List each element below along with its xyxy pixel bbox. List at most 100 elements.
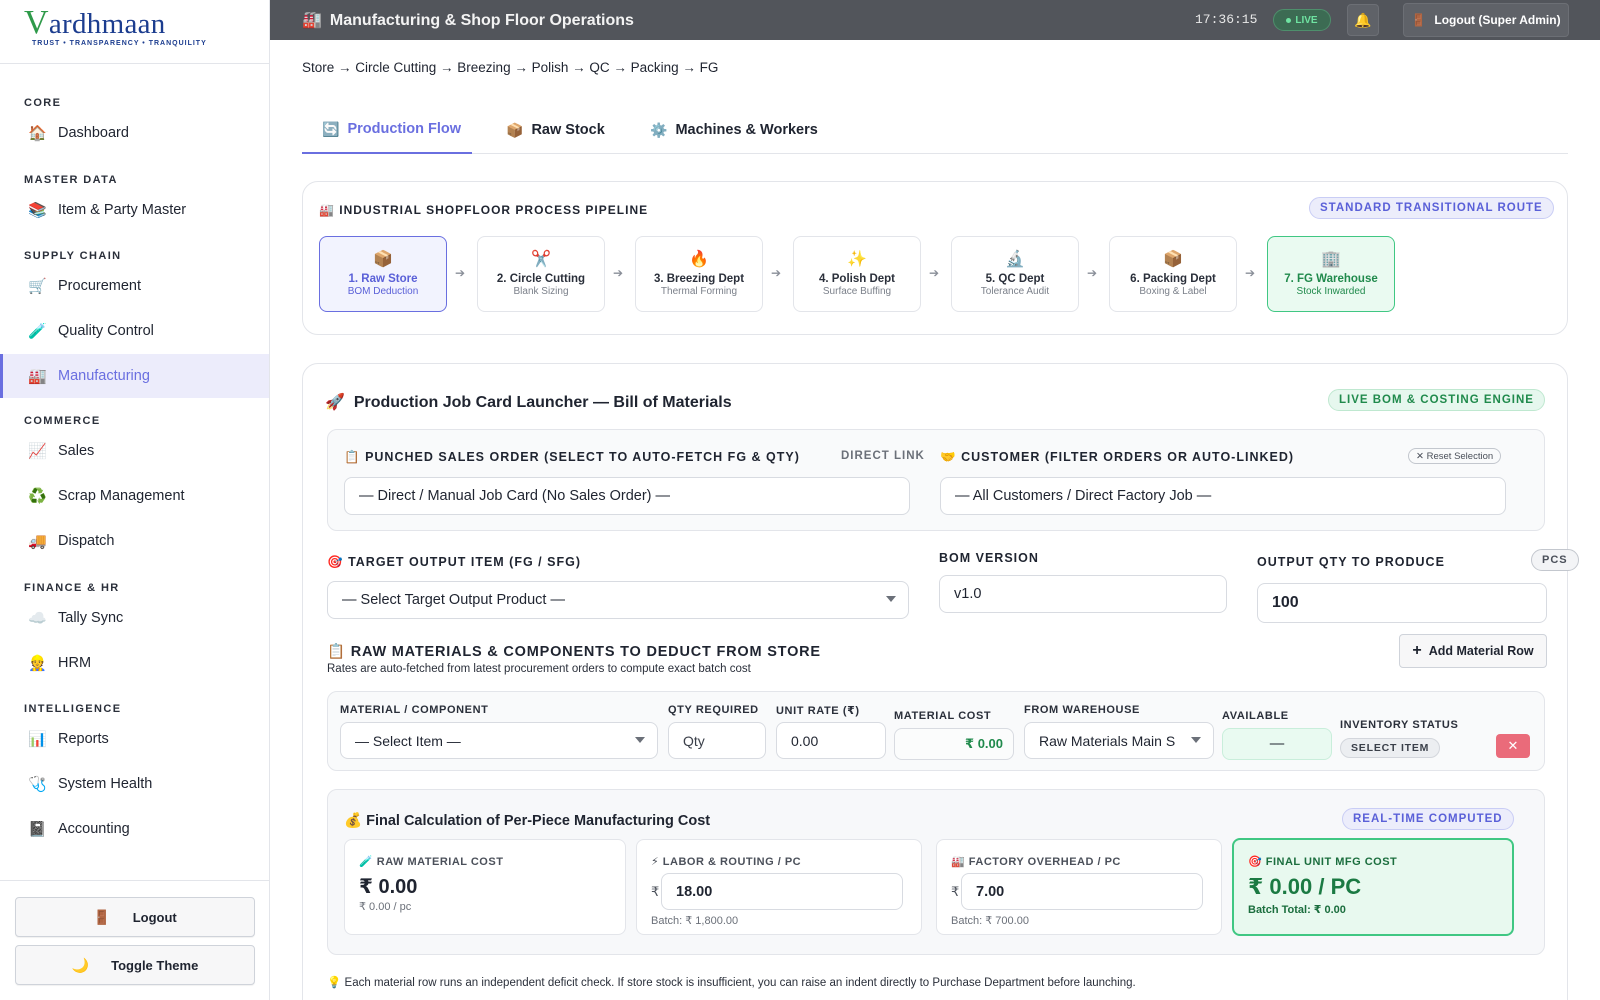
pipeline-step[interactable]: 🔬 5. QC Dept Tolerance Audit <box>951 236 1079 312</box>
chevron-down-icon <box>635 737 645 743</box>
logo-letter: V <box>24 4 49 41</box>
bom-version-input[interactable]: v1.0 <box>939 575 1227 613</box>
clock: 17:36:15 <box>1195 12 1258 27</box>
col-cost: MATERIAL COST <box>894 710 992 722</box>
sidebar-item-sales[interactable]: 📈 Sales <box>0 429 269 473</box>
pipeline-step-subtitle: BOM Deduction <box>347 286 419 297</box>
target-output-label-text: TARGET OUTPUT ITEM (FG / SFG) <box>348 555 581 569</box>
unit-rate-value: 0.00 <box>791 732 819 749</box>
labor-cost-input[interactable]: 18.00 <box>661 873 903 910</box>
sales-order-select[interactable]: — Direct / Manual Job Card (No Sales Ord… <box>344 477 910 515</box>
unit-rate-input[interactable]: 0.00 <box>776 722 886 759</box>
tab-machines-workers[interactable]: ⚙️ Machines & Workers <box>650 106 818 154</box>
recycle-icon: ♻️ <box>28 488 47 505</box>
pipeline-step-title: 7. FG Warehouse <box>1284 273 1378 285</box>
scissors-icon: ✂️ <box>531 251 551 268</box>
sidebar-item-tally-sync[interactable]: ☁️ Tally Sync <box>0 596 269 640</box>
cloud-icon: ☁️ <box>28 610 47 627</box>
sidebar-item-accounting[interactable]: 📓 Accounting <box>0 807 269 851</box>
add-material-row-button[interactable]: + Add Material Row <box>1399 634 1547 668</box>
sidebar-item-scrap-management[interactable]: ♻️ Scrap Management <box>0 474 269 518</box>
sidebar-item-hrm[interactable]: 👷 HRM <box>0 641 269 685</box>
direct-link[interactable]: DIRECT LINK <box>841 450 925 462</box>
tab-bar: 🔄 Production Flow 📦 Raw Stock ⚙️ Machines &… <box>302 106 1568 154</box>
cart-icon: 🛒 <box>28 278 47 295</box>
sidebar-item-label: Reports <box>58 731 109 747</box>
available-value: — <box>1269 736 1285 752</box>
sidebar-item-system-health[interactable]: 🩺 System Health <box>0 762 269 806</box>
reset-selection-label: Reset Selection <box>1426 450 1494 462</box>
col-warehouse: FROM WAREHOUSE <box>1024 704 1140 716</box>
toggle-theme-button[interactable]: 🌙 Toggle Theme <box>15 945 255 985</box>
materials-title-text: RAW MATERIALS & COMPONENTS TO DEDUCT FRO… <box>350 644 821 660</box>
qty-input[interactable]: Qty <box>668 722 766 759</box>
test-tube-icon: 🧪 <box>28 323 47 340</box>
notifications-button[interactable]: 🔔 <box>1347 4 1379 36</box>
arrow-right-icon: ➔ <box>771 266 782 280</box>
tab-production-flow[interactable]: 🔄 Production Flow <box>302 106 472 154</box>
brand-logo[interactable]: Vardhmaan TRUST • TRANSPARENCY • TRANQUI… <box>0 0 269 64</box>
money-bag-icon: 💰 <box>344 813 363 829</box>
output-qty-value: 100 <box>1272 594 1299 611</box>
available-field: — <box>1222 728 1332 760</box>
bar-chart-icon: 📊 <box>28 731 47 748</box>
costing-title-text: Final Calculation of Per-Piece Manufactu… <box>366 813 711 829</box>
overhead-cost-input[interactable]: 7.00 <box>961 873 1203 910</box>
footnote-text: Each material row runs an independent de… <box>344 977 1136 989</box>
pipeline-step[interactable]: 📦 6. Packing Dept Boxing & Label <box>1109 236 1237 312</box>
sidebar-item-procurement[interactable]: 🛒 Procurement <box>0 264 269 308</box>
warehouse-select[interactable]: Raw Materials Main S <box>1024 722 1214 759</box>
output-qty-input[interactable]: 100 <box>1257 583 1547 623</box>
plus-icon: + <box>1412 642 1422 659</box>
topbar-logout-button[interactable]: 🚪 Logout (Super Admin) <box>1403 3 1569 37</box>
tab-label: Production Flow <box>347 121 462 137</box>
nav-section-title: INTELLIGENCE <box>24 703 122 715</box>
sales-order-value: — Direct / Manual Job Card (No Sales Ord… <box>359 488 671 504</box>
nav-section-title: CORE <box>24 97 62 109</box>
materials-subtitle: Rates are auto-fetched from latest procu… <box>327 663 751 675</box>
launcher-title-text: Production Job Card Launcher — Bill of M… <box>353 394 732 411</box>
sidebar-item-item-party-master[interactable]: 📚 Item & Party Master <box>0 188 269 232</box>
sidebar-item-dashboard[interactable]: 🏠 Dashboard <box>0 111 269 155</box>
tab-raw-stock[interactable]: 📦 Raw Stock <box>506 106 605 154</box>
door-icon: 🚪 <box>1411 13 1427 27</box>
unit-badge: PCS <box>1531 549 1579 571</box>
sidebar-item-quality-control[interactable]: 🧪 Quality Control <box>0 309 269 353</box>
arrow-right-icon: ➔ <box>1245 266 1256 280</box>
close-icon: ✕ <box>1507 738 1519 753</box>
arrow-right-icon: ➔ <box>929 266 940 280</box>
final-batch-total: Batch Total: ₹ 0.00 <box>1248 904 1346 916</box>
pipeline-step-subtitle: Stock Inwarded <box>1296 286 1366 297</box>
pipeline-step[interactable]: 📦 1. Raw Store BOM Deduction <box>319 236 447 312</box>
costing-box: 💰 Final Calculation of Per-Piece Manufac… <box>327 789 1545 955</box>
sidebar-item-manufacturing[interactable]: 🏭 Manufacturing <box>0 354 269 398</box>
sidebar-item-label: Quality Control <box>58 323 154 339</box>
nav-section-title: FINANCE & HR <box>24 582 120 594</box>
nav-section-title: SUPPLY CHAIN <box>24 250 122 262</box>
clipboard-icon: 📋 <box>344 450 361 464</box>
material-select[interactable]: — Select Item — <box>340 722 658 759</box>
customer-select[interactable]: — All Customers / Direct Factory Job — <box>940 477 1506 515</box>
live-badge: LIVE <box>1273 9 1331 31</box>
add-material-row-label: Add Material Row <box>1428 644 1534 658</box>
reset-selection-button[interactable]: ✕ Reset Selection <box>1408 448 1502 464</box>
material-cost-value: ₹ 0.00 <box>965 736 1003 751</box>
sidebar-logout-button[interactable]: 🚪 Logout <box>15 897 255 937</box>
pipeline-step[interactable]: ✨ 4. Polish Dept Surface Buffing <box>793 236 921 312</box>
sidebar-item-dispatch[interactable]: 🚚 Dispatch <box>0 519 269 563</box>
pipeline-step[interactable]: 🔥 3. Breezing Dept Thermal Forming <box>635 236 763 312</box>
overhead-cost-card: 🏭 FACTORY OVERHEAD / PC ₹ 7.00 Batch: ₹ … <box>936 839 1222 935</box>
col-rate: UNIT RATE (₹) <box>776 705 860 717</box>
pipeline-step[interactable]: 🏢 7. FG Warehouse Stock Inwarded <box>1267 236 1395 312</box>
raw-material-cost-value: ₹ 0.00 <box>359 876 418 898</box>
fire-icon: 🔥 <box>689 251 709 268</box>
delete-row-button[interactable]: ✕ <box>1496 734 1530 758</box>
arrow-right-icon: ➔ <box>613 266 624 280</box>
target-output-select[interactable]: — Select Target Output Product — <box>327 581 909 619</box>
labor-cost-card: ⚡ LABOR & ROUTING / PC ₹ 18.00 Batch: ₹ … <box>636 839 922 935</box>
sidebar-logout-label: Logout <box>132 909 177 925</box>
sidebar-item-reports[interactable]: 📊 Reports <box>0 717 269 761</box>
col-material: MATERIAL / COMPONENT <box>340 704 489 716</box>
pipeline-step[interactable]: ✂️ 2. Circle Cutting Blank Sizing <box>477 236 605 312</box>
package-icon: 📦 <box>373 251 393 268</box>
